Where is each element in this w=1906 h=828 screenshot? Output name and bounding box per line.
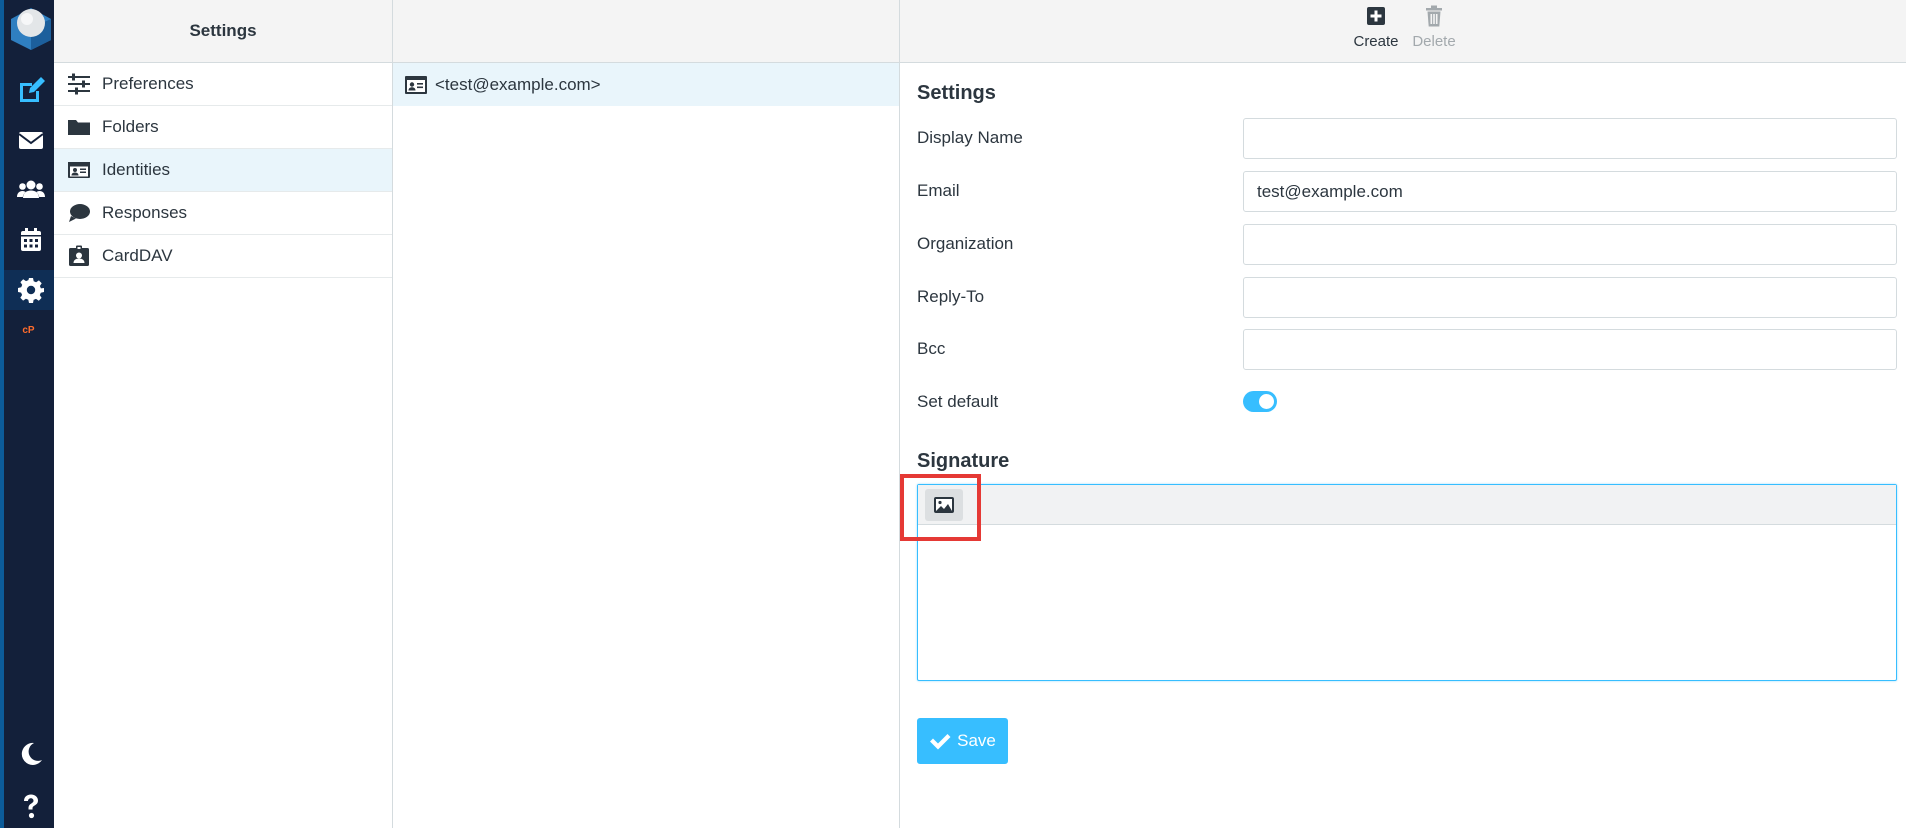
set-default-toggle[interactable] [1243,391,1277,412]
display-name-input[interactable] [1243,118,1897,159]
reply-to-row: Reply-To [917,277,1897,319]
settings-sections-panel: Settings Preferences Folders Identities … [54,0,393,828]
nav-item-folders[interactable]: Folders [54,106,392,149]
cpanel-icon[interactable]: cP [4,312,58,346]
contacts-icon[interactable] [4,170,58,210]
nav-item-carddav[interactable]: CardDAV [54,235,392,278]
save-label: Save [957,731,996,750]
checkmark-icon [930,734,951,750]
mail-icon[interactable] [4,120,58,160]
reply-to-label: Reply-To [917,287,985,306]
identity-list-item[interactable]: <test@example.com> [393,63,899,106]
display-name-label: Display Name [917,128,1023,147]
reply-to-input[interactable] [1243,277,1897,318]
signature-editor-toolbar [918,485,1896,525]
id-card-icon [66,159,92,181]
set-default-row: Set default [917,382,1897,424]
sliders-icon [66,73,92,95]
app-rail: cP [0,0,58,828]
nav-item-label: CardDAV [102,246,173,265]
identities-list-panel: <test@example.com> [393,0,900,828]
identity-label: <test@example.com> [435,74,601,94]
help-icon[interactable] [4,786,58,826]
email-label: Email [917,181,960,200]
identity-toolbar: Create Delete [900,0,1906,63]
delete-button[interactable]: Delete [1406,4,1462,56]
save-button[interactable]: Save [917,718,1008,764]
settings-section-title: Settings [917,82,996,104]
create-label: Create [1353,33,1399,50]
nav-item-label: Folders [102,117,159,136]
folder-icon [66,116,92,138]
highlight-box [900,474,981,541]
delete-label: Delete [1412,33,1456,50]
set-default-label: Set default [917,392,999,411]
dark-mode-moon-icon[interactable] [4,734,58,774]
bcc-label: Bcc [917,339,946,358]
identities-panel-header [393,0,899,63]
speech-bubble-icon [66,202,92,224]
plus-square-icon [1367,7,1385,25]
trash-icon [1426,5,1442,27]
organization-label: Organization [917,234,1014,253]
nav-item-identities[interactable]: Identities [54,149,392,192]
svg-text:cP: cP [22,325,35,336]
signature-editor[interactable] [917,484,1897,681]
nav-item-label: Identities [102,160,171,179]
bcc-row: Bcc [917,329,1897,371]
create-button[interactable]: Create [1348,4,1404,56]
bcc-input[interactable] [1243,329,1897,370]
settings-gear-icon[interactable] [4,270,58,310]
contact-badge-icon [66,245,92,267]
nav-item-label: Preferences [102,74,194,93]
calendar-icon[interactable] [4,220,58,260]
organization-input[interactable] [1243,224,1897,265]
display-name-row: Display Name [917,118,1897,160]
email-row: Email test@example.com [917,171,1897,213]
nav-item-label: Responses [102,203,188,222]
signature-section-title: Signature [917,450,1010,472]
toggle-knob [1259,394,1274,409]
email-input[interactable]: test@example.com [1243,171,1897,212]
nav-item-responses[interactable]: Responses [54,192,392,235]
nav-item-preferences[interactable]: Preferences [54,63,392,106]
app-logo[interactable] [8,4,54,50]
organization-row: Organization [917,224,1897,266]
identity-form-panel: Create Delete Settings Display Name Emai… [900,0,1906,828]
signature-content-area[interactable] [918,525,1896,680]
id-card-icon [405,75,427,94]
settings-panel-title: Settings [189,21,257,40]
compose-icon[interactable] [4,70,58,110]
settings-panel-header: Settings [54,0,392,63]
